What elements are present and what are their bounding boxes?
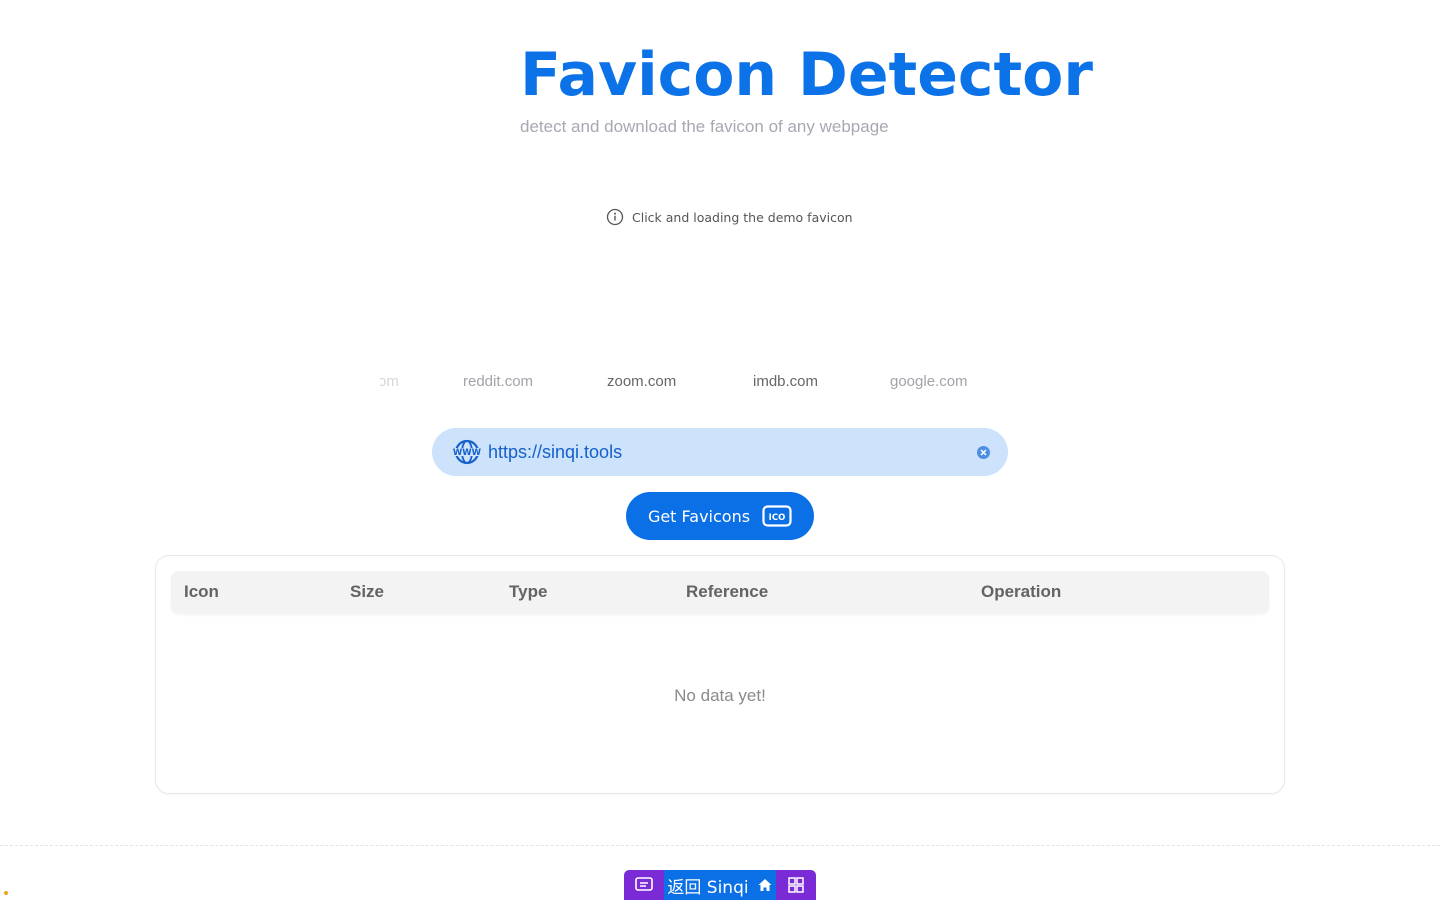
info-circle-icon	[606, 208, 624, 226]
column-header-type: Type	[509, 582, 548, 601]
column-header-icon: Icon	[184, 582, 219, 601]
page-subtitle: detect and download the favicon of any w…	[520, 117, 889, 136]
demo-site-link[interactable]: imdb.com	[753, 372, 818, 392]
column-header-operation: Operation	[981, 582, 1062, 601]
www-globe-icon: WWW	[453, 439, 482, 465]
demo-hint[interactable]: Click and loading the demo favicon	[606, 208, 853, 226]
demo-hint-text: Click and loading the demo favicon	[632, 209, 853, 225]
demo-site-marquee: om reddit.com zoom.com imdb.com google.c…	[380, 372, 1060, 394]
column-header-size: Size	[350, 582, 385, 601]
page-title: Favicon Detector	[520, 40, 1093, 110]
demo-site-link[interactable]: om	[380, 372, 399, 392]
message-icon[interactable]	[624, 870, 664, 900]
get-favicons-button[interactable]: Get Favicons ICO	[626, 492, 814, 540]
home-icon	[758, 879, 772, 891]
url-input[interactable]	[488, 441, 977, 463]
svg-text:WWW: WWW	[453, 448, 482, 458]
favicon-table: Icon Size Type Reference Operation No da…	[155, 555, 1285, 794]
page-header: Favicon Detector detect and download the…	[520, 38, 1093, 137]
sinqi-floating-bar: 返回 Sinqi	[624, 870, 816, 900]
ico-file-icon: ICO	[762, 505, 792, 527]
demo-site-link[interactable]: zoom.com	[607, 372, 676, 392]
get-favicons-label: Get Favicons	[647, 506, 751, 526]
empty-state-text: No data yet!	[674, 686, 766, 705]
demo-site-link[interactable]: google.com	[890, 372, 968, 392]
demo-site-link[interactable]: reddit.com	[463, 372, 533, 392]
column-header-reference: Reference	[686, 582, 769, 601]
footer-divider	[0, 845, 1440, 846]
table-header: Icon Size Type Reference Operation	[171, 571, 1269, 613]
back-to-sinqi-button[interactable]: 返回 Sinqi	[664, 870, 776, 900]
grid-icon[interactable]	[776, 870, 816, 900]
clear-x-icon[interactable]	[977, 445, 990, 459]
url-input-container: WWW	[432, 428, 1008, 476]
corner-dot	[4, 891, 8, 895]
svg-text:ICO: ICO	[769, 513, 786, 523]
back-to-sinqi-label: 返回 Sinqi	[667, 877, 749, 898]
